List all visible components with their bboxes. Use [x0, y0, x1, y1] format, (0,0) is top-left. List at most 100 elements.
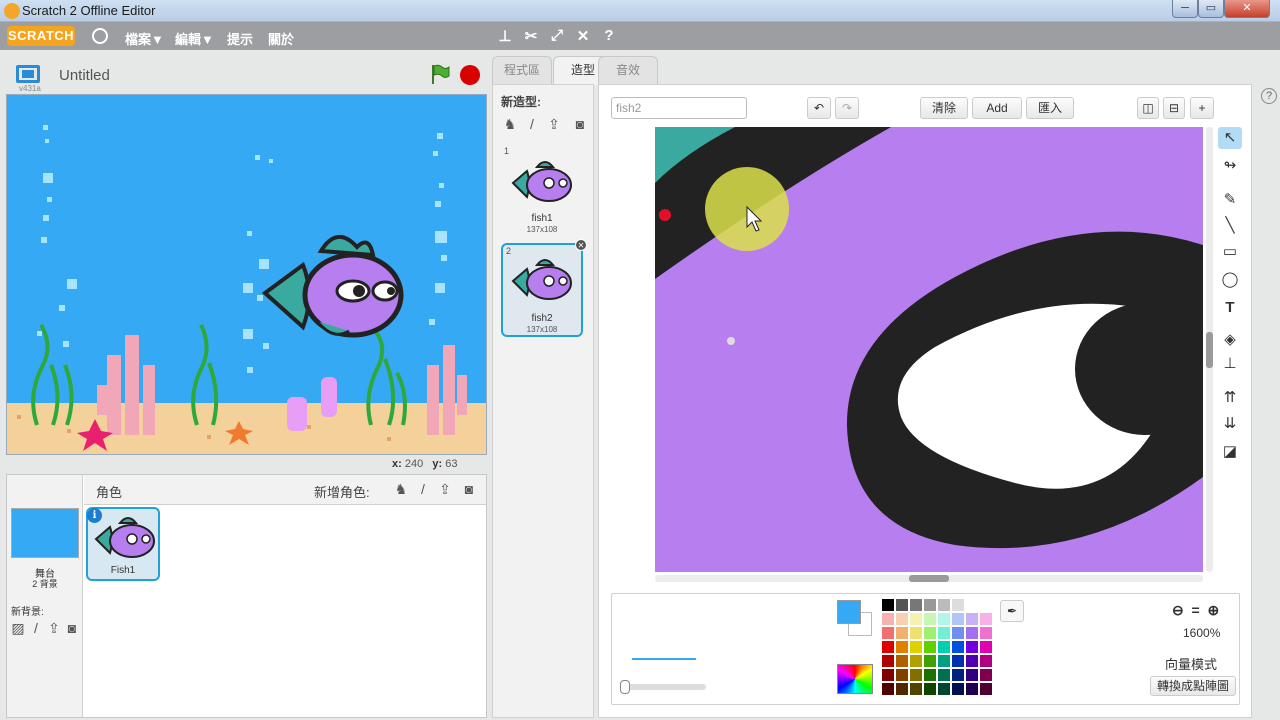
flip-vertical-icon[interactable]: ⊟	[1163, 97, 1185, 119]
stamp-tool-icon[interactable]: ⊥	[1218, 353, 1242, 375]
palette-swatch[interactable]	[979, 654, 993, 668]
menu-edit[interactable]: 編輯▼	[175, 29, 214, 48]
palette-swatch[interactable]	[979, 626, 993, 640]
clear-button[interactable]: 清除	[920, 97, 968, 119]
palette-swatch[interactable]	[909, 640, 923, 654]
tab-sounds[interactable]: 音效	[598, 56, 658, 84]
palette-swatch[interactable]	[923, 654, 937, 668]
palette-swatch[interactable]	[895, 654, 909, 668]
help-icon[interactable]: ?	[1261, 88, 1277, 104]
pencil-tool-icon[interactable]: ✎	[1218, 189, 1242, 211]
palette-swatch[interactable]	[937, 668, 951, 682]
palette-swatch[interactable]	[923, 640, 937, 654]
palette-swatch[interactable]	[951, 612, 965, 626]
palette-swatch[interactable]	[909, 612, 923, 626]
palette-swatch[interactable]	[951, 598, 965, 612]
palette-swatch[interactable]	[937, 654, 951, 668]
palette-swatch[interactable]	[965, 668, 979, 682]
palette-swatch[interactable]	[951, 640, 965, 654]
palette-swatch[interactable]	[895, 598, 909, 612]
palette-swatch[interactable]	[881, 612, 895, 626]
globe-icon[interactable]	[92, 28, 108, 44]
palette-swatch[interactable]	[909, 682, 923, 696]
add-button[interactable]: Add	[972, 97, 1022, 119]
stop-icon[interactable]	[460, 65, 480, 85]
palette-swatch[interactable]	[965, 612, 979, 626]
flip-horizontal-icon[interactable]: ◫	[1137, 97, 1159, 119]
zoom-in-icon[interactable]: ⊕	[1207, 602, 1219, 618]
color-palette[interactable]	[881, 598, 993, 696]
paint-new-sprite-icon[interactable]: /	[414, 480, 432, 498]
sprite-library-icon[interactable]: ♞	[392, 480, 410, 498]
palette-swatch[interactable]	[881, 668, 895, 682]
upload-backdrop-icon[interactable]: ⇪	[45, 619, 63, 637]
project-title[interactable]: Untitled	[59, 67, 110, 84]
palette-swatch[interactable]	[979, 640, 993, 654]
palette-swatch[interactable]	[895, 668, 909, 682]
delete-costume-icon[interactable]: ✕	[575, 239, 587, 251]
sprite-tile-fish1[interactable]: i Fish1	[86, 507, 160, 581]
upload-sprite-icon[interactable]: ⇪	[436, 480, 454, 498]
stamp-icon[interactable]: ⊥	[496, 27, 514, 45]
palette-swatch[interactable]	[965, 626, 979, 640]
canvas-horizontal-scrollbar[interactable]	[655, 575, 1203, 582]
palette-swatch[interactable]	[881, 626, 895, 640]
palette-swatch[interactable]	[909, 626, 923, 640]
palette-swatch[interactable]	[909, 668, 923, 682]
fill-tool-icon[interactable]: ◈	[1218, 329, 1242, 351]
palette-swatch[interactable]	[937, 640, 951, 654]
stage[interactable]	[6, 94, 487, 455]
palette-swatch[interactable]	[979, 682, 993, 696]
palette-swatch[interactable]	[979, 598, 993, 612]
paint-canvas[interactable]	[655, 127, 1203, 572]
import-button[interactable]: 匯入	[1026, 97, 1074, 119]
palette-swatch[interactable]	[881, 598, 895, 612]
close-button[interactable]: ✕	[1224, 0, 1270, 18]
presentation-mode-icon[interactable]	[16, 65, 40, 83]
palette-swatch[interactable]	[923, 612, 937, 626]
palette-swatch[interactable]	[951, 654, 965, 668]
palette-swatch[interactable]	[895, 626, 909, 640]
palette-swatch[interactable]	[979, 668, 993, 682]
palette-swatch[interactable]	[937, 626, 951, 640]
undo-icon[interactable]: ↶	[807, 97, 831, 119]
minimize-button[interactable]: ─	[1172, 0, 1198, 18]
palette-swatch[interactable]	[895, 640, 909, 654]
zoom-out-icon[interactable]: ⊖	[1172, 602, 1184, 618]
paint-backdrop-library-icon[interactable]: ▨	[9, 619, 27, 637]
cut-icon[interactable]: ✂	[522, 27, 540, 45]
palette-swatch[interactable]	[881, 682, 895, 696]
palette-swatch[interactable]	[965, 682, 979, 696]
menu-tips[interactable]: 提示	[227, 29, 253, 48]
backward-layer-icon[interactable]: ⇊	[1218, 413, 1242, 435]
palette-swatch[interactable]	[923, 626, 937, 640]
costume-library-icon[interactable]: ♞	[501, 115, 519, 133]
camera-sprite-icon[interactable]: ◙	[460, 480, 478, 498]
palette-swatch[interactable]	[951, 668, 965, 682]
camera-costume-icon[interactable]: ◙	[571, 115, 589, 133]
rectangle-tool-icon[interactable]: ▭	[1218, 241, 1242, 263]
tab-scripts[interactable]: 程式區	[492, 56, 552, 84]
costume-item-fish2[interactable]: 2 ✕ fish2 137x108	[501, 239, 587, 337]
palette-swatch[interactable]	[881, 640, 895, 654]
scratch-logo[interactable]: SCRATCH	[7, 26, 75, 46]
costume-name-input[interactable]	[611, 97, 747, 119]
palette-swatch[interactable]	[923, 668, 937, 682]
eyedropper-icon[interactable]: ✒	[1000, 600, 1024, 622]
palette-swatch[interactable]	[965, 654, 979, 668]
group-icon[interactable]: ◪	[1218, 441, 1242, 463]
palette-swatch[interactable]	[923, 598, 937, 612]
paint-new-costume-icon[interactable]: /	[523, 115, 541, 133]
reshape-tool-icon[interactable]: ↬	[1218, 155, 1242, 177]
redo-icon[interactable]: ↷	[835, 97, 859, 119]
menu-file[interactable]: 檔案▼	[125, 29, 164, 48]
palette-swatch[interactable]	[937, 598, 951, 612]
palette-swatch[interactable]	[909, 654, 923, 668]
canvas-vertical-scrollbar[interactable]	[1206, 127, 1213, 572]
costume-item-fish1[interactable]: 1 fish1 137x108	[501, 145, 583, 239]
text-tool-icon[interactable]: T	[1218, 297, 1242, 319]
palette-swatch[interactable]	[979, 612, 993, 626]
palette-swatch[interactable]	[951, 626, 965, 640]
line-tool-icon[interactable]: ╲	[1218, 215, 1242, 237]
grow-icon[interactable]: ⤢	[548, 27, 566, 44]
